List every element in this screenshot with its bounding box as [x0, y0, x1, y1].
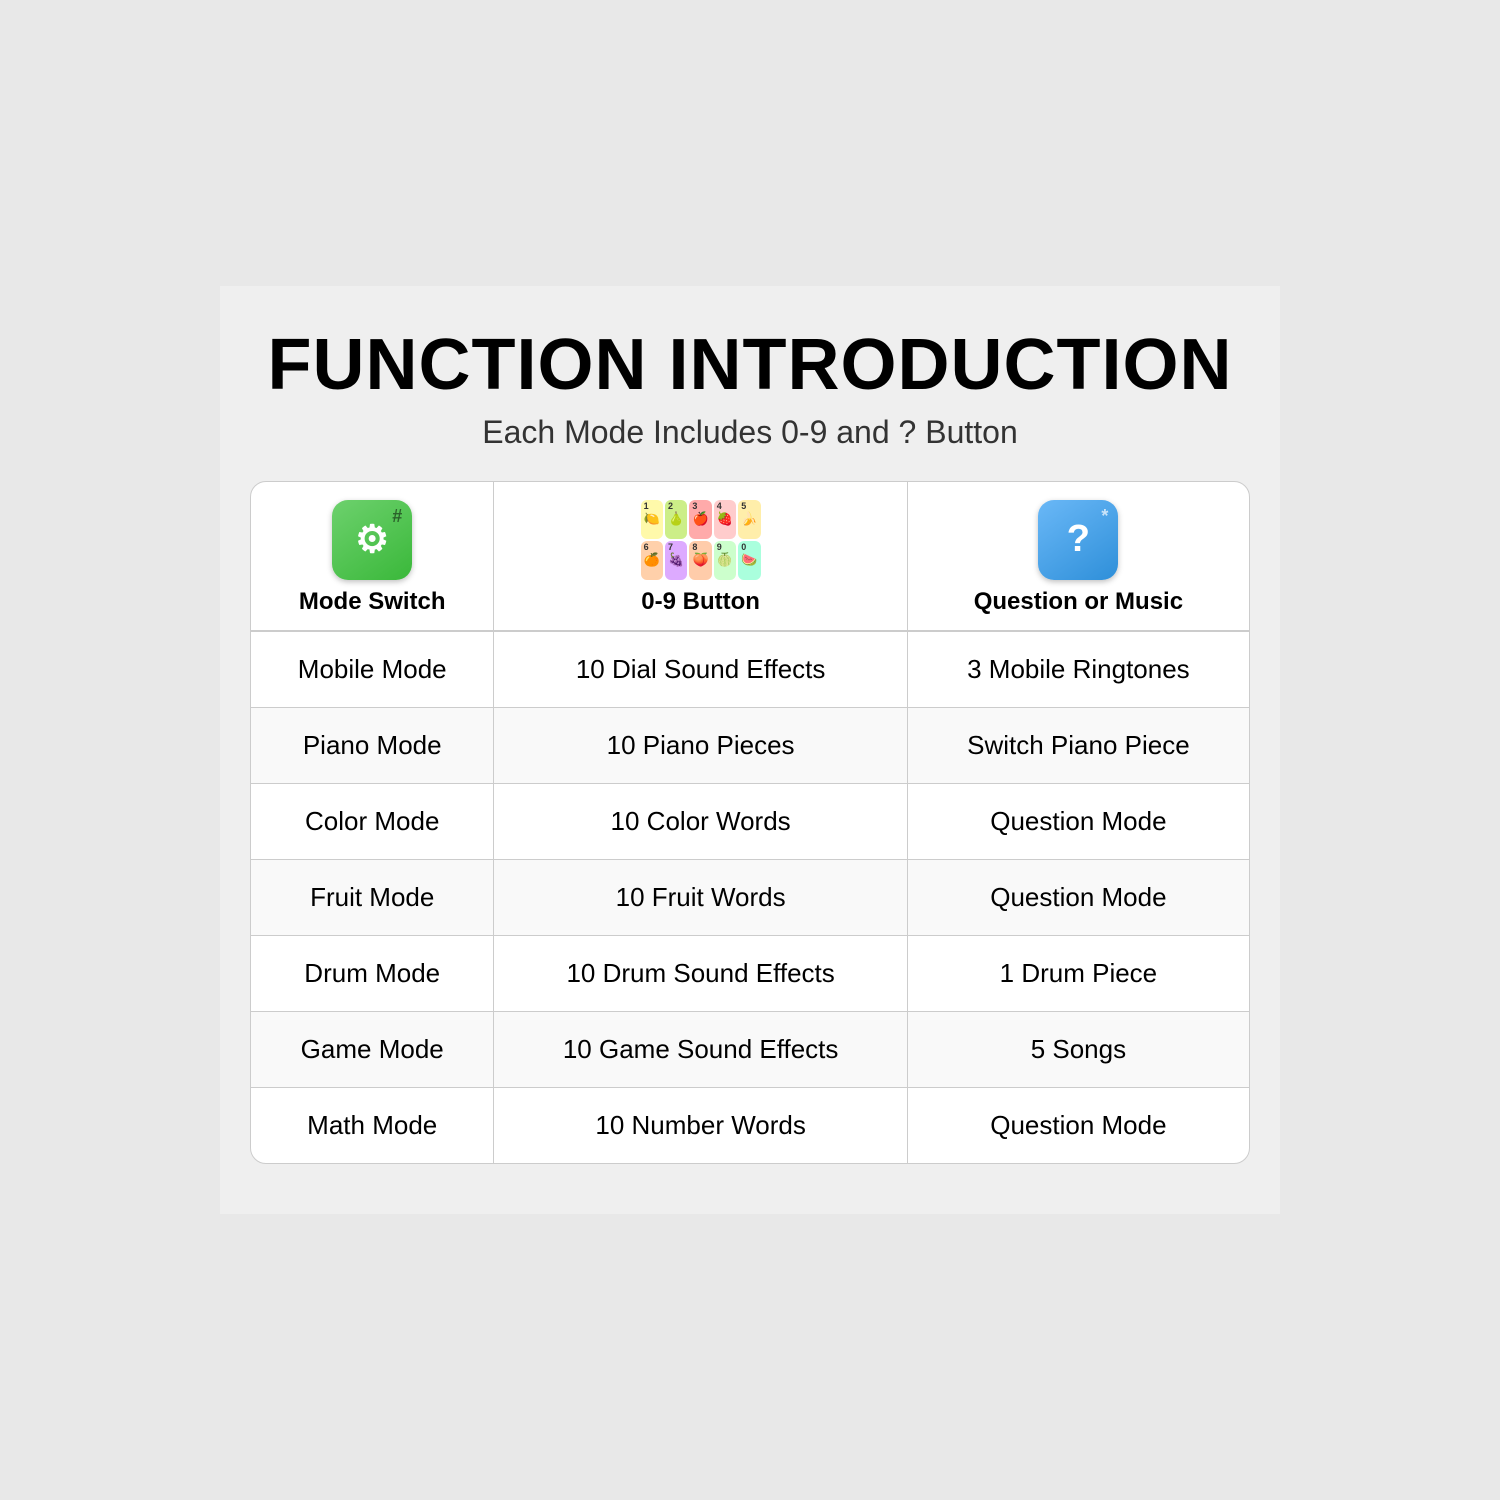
- table-row: Fruit Mode 10 Fruit Words Question Mode: [251, 859, 1249, 935]
- question-cell: 3 Mobile Ringtones: [907, 631, 1249, 708]
- table-row: Game Mode 10 Game Sound Effects 5 Songs: [251, 1011, 1249, 1087]
- fruit-tile-7: 7🍇: [665, 541, 687, 580]
- header-label-mode: Mode Switch: [299, 588, 446, 615]
- mode-cell: Math Mode: [251, 1087, 494, 1163]
- page-wrapper: FUNCTION INTRODUCTION Each Mode Includes…: [220, 286, 1280, 1213]
- page-subtitle: Each Mode Includes 0-9 and ? Button: [250, 414, 1250, 451]
- button-cell: 10 Game Sound Effects: [494, 1011, 907, 1087]
- question-cell: 1 Drum Piece: [907, 935, 1249, 1011]
- table-container: ⚙ Mode Switch 1🍋2🍐3🍎4🍓5🍌 6🍊7🍇8🍑9🍈0🍉 0-9 B…: [250, 481, 1250, 1164]
- question-cell: Switch Piano Piece: [907, 707, 1249, 783]
- table-body: Mobile Mode 10 Dial Sound Effects 3 Mobi…: [251, 631, 1249, 1163]
- fruit-tile-0: 0🍉: [738, 541, 760, 580]
- mode-cell: Color Mode: [251, 783, 494, 859]
- header-question: ? Question or Music: [907, 482, 1249, 631]
- question-mark-icon: ?: [1067, 518, 1090, 561]
- function-table: ⚙ Mode Switch 1🍋2🍐3🍎4🍓5🍌 6🍊7🍇8🍑9🍈0🍉 0-9 B…: [251, 482, 1249, 1163]
- fruit-tile-3: 3🍎: [689, 500, 711, 539]
- mode-cell: Game Mode: [251, 1011, 494, 1087]
- page-title: FUNCTION INTRODUCTION: [250, 326, 1250, 405]
- header-label-question: Question or Music: [974, 588, 1183, 615]
- header-button-grid: 1🍋2🍐3🍎4🍓5🍌 6🍊7🍇8🍑9🍈0🍉 0-9 Button: [494, 482, 907, 631]
- fruit-tile-9: 9🍈: [714, 541, 736, 580]
- mode-cell: Fruit Mode: [251, 859, 494, 935]
- fruit-tile-4: 4🍓: [714, 500, 736, 539]
- table-row: Color Mode 10 Color Words Question Mode: [251, 783, 1249, 859]
- button-cell: 10 Dial Sound Effects: [494, 631, 907, 708]
- button-cell: 10 Number Words: [494, 1087, 907, 1163]
- mode-cell: Piano Mode: [251, 707, 494, 783]
- mode-cell: Mobile Mode: [251, 631, 494, 708]
- table-row: Math Mode 10 Number Words Question Mode: [251, 1087, 1249, 1163]
- question-cell: Question Mode: [907, 783, 1249, 859]
- table-row: Piano Mode 10 Piano Pieces Switch Piano …: [251, 707, 1249, 783]
- button-cell: 10 Color Words: [494, 783, 907, 859]
- question-cell: Question Mode: [907, 1087, 1249, 1163]
- table-row: Mobile Mode 10 Dial Sound Effects 3 Mobi…: [251, 631, 1249, 708]
- table-row: Drum Mode 10 Drum Sound Effects 1 Drum P…: [251, 935, 1249, 1011]
- fruit-tile-1: 1🍋: [641, 500, 663, 539]
- question-cell: Question Mode: [907, 859, 1249, 935]
- header-mode-switch: ⚙ Mode Switch: [251, 482, 494, 631]
- question-cell: 5 Songs: [907, 1011, 1249, 1087]
- mode-switch-icon: ⚙: [332, 500, 412, 580]
- button-cell: 10 Drum Sound Effects: [494, 935, 907, 1011]
- mode-cell: Drum Mode: [251, 935, 494, 1011]
- table-header-row: ⚙ Mode Switch 1🍋2🍐3🍎4🍓5🍌 6🍊7🍇8🍑9🍈0🍉 0-9 B…: [251, 482, 1249, 631]
- gear-icon: ⚙: [355, 521, 389, 559]
- button-grid-icon: 1🍋2🍐3🍎4🍓5🍌 6🍊7🍇8🍑9🍈0🍉: [641, 500, 761, 580]
- fruit-tile-8: 8🍑: [689, 541, 711, 580]
- button-cell: 10 Fruit Words: [494, 859, 907, 935]
- fruit-tile-2: 2🍐: [665, 500, 687, 539]
- question-icon: ?: [1038, 500, 1118, 580]
- button-cell: 10 Piano Pieces: [494, 707, 907, 783]
- header-label-button: 0-9 Button: [641, 588, 760, 615]
- fruit-tile-6: 6🍊: [641, 541, 663, 580]
- fruit-tile-5: 5🍌: [738, 500, 760, 539]
